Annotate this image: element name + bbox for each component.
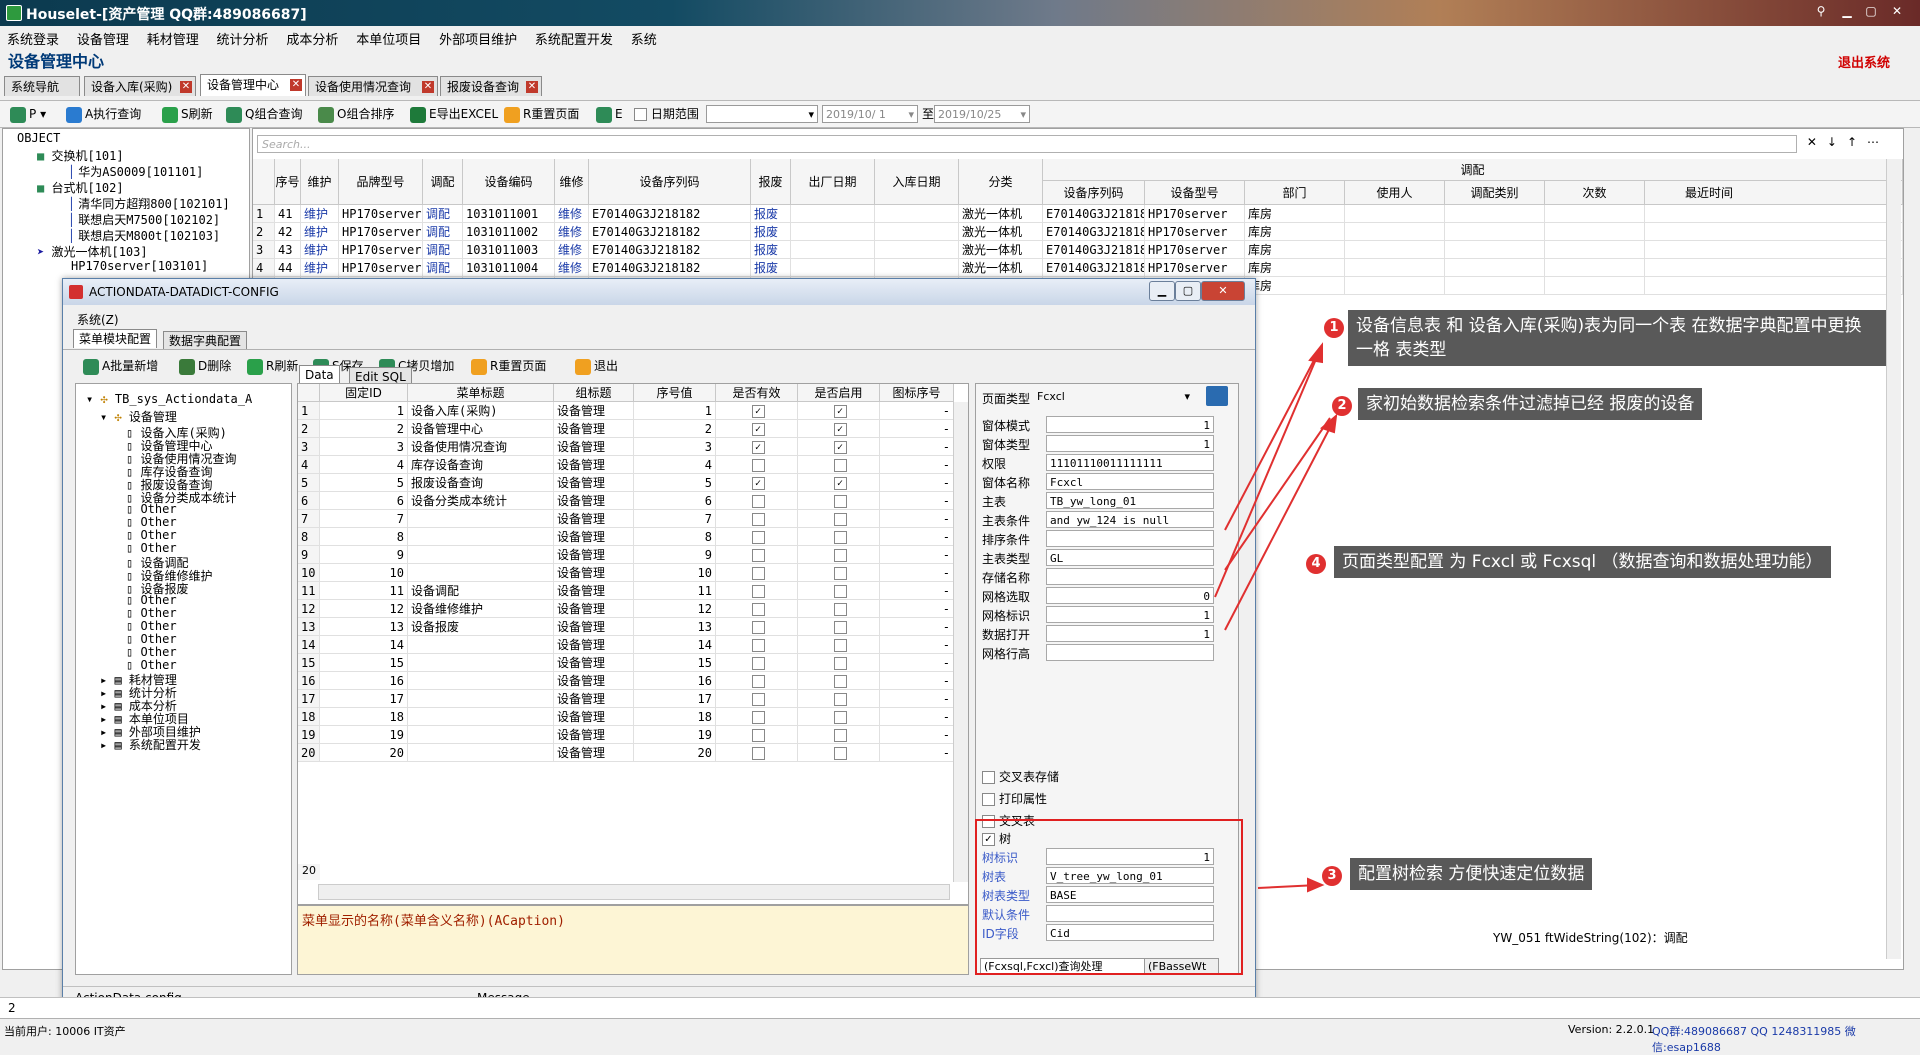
- annotation-note: 页面类型配置 为 Fcxcl 或 Fcxsql （数据查询和数据处理功能）: [1334, 546, 1831, 578]
- qq-info: QQ群:489086687 QQ 1248311985 微信:esap1688: [1652, 1025, 1856, 1054]
- current-user: 当前用户: 10006 IT资产: [4, 1025, 126, 1038]
- annotation-arrows: [1214, 342, 1338, 893]
- annotation-note: 家初始数据检索条件过滤掉已经 报废的设备: [1358, 388, 1703, 420]
- version: Version: 2.2.0.1: [1568, 1023, 1655, 1036]
- annotation-number: 4: [1306, 554, 1326, 574]
- arrow-head: [1307, 877, 1325, 893]
- status-bar: 当前用户: 10006 IT资产 Version: 2.2.0.1 QQ群:48…: [0, 1018, 1920, 1054]
- footer-count: 2: [8, 1001, 16, 1015]
- annotation-note: 配置树检索 方便快速定位数据: [1350, 858, 1593, 890]
- annotation-number: 1: [1324, 318, 1344, 338]
- arrow-line: [1224, 344, 1323, 531]
- annotation-number: 3: [1322, 866, 1342, 886]
- annotation-note: 设备信息表 和 设备入库(采购)表为同一个表 在数据字典配置中更换一格 表类型: [1348, 310, 1886, 366]
- arrow-head: [1308, 342, 1323, 364]
- arrow-line: [1224, 417, 1331, 571]
- main-footer: 2: [0, 997, 1920, 1018]
- arrow-line: [1224, 415, 1337, 631]
- annotation-number: 2: [1332, 396, 1352, 416]
